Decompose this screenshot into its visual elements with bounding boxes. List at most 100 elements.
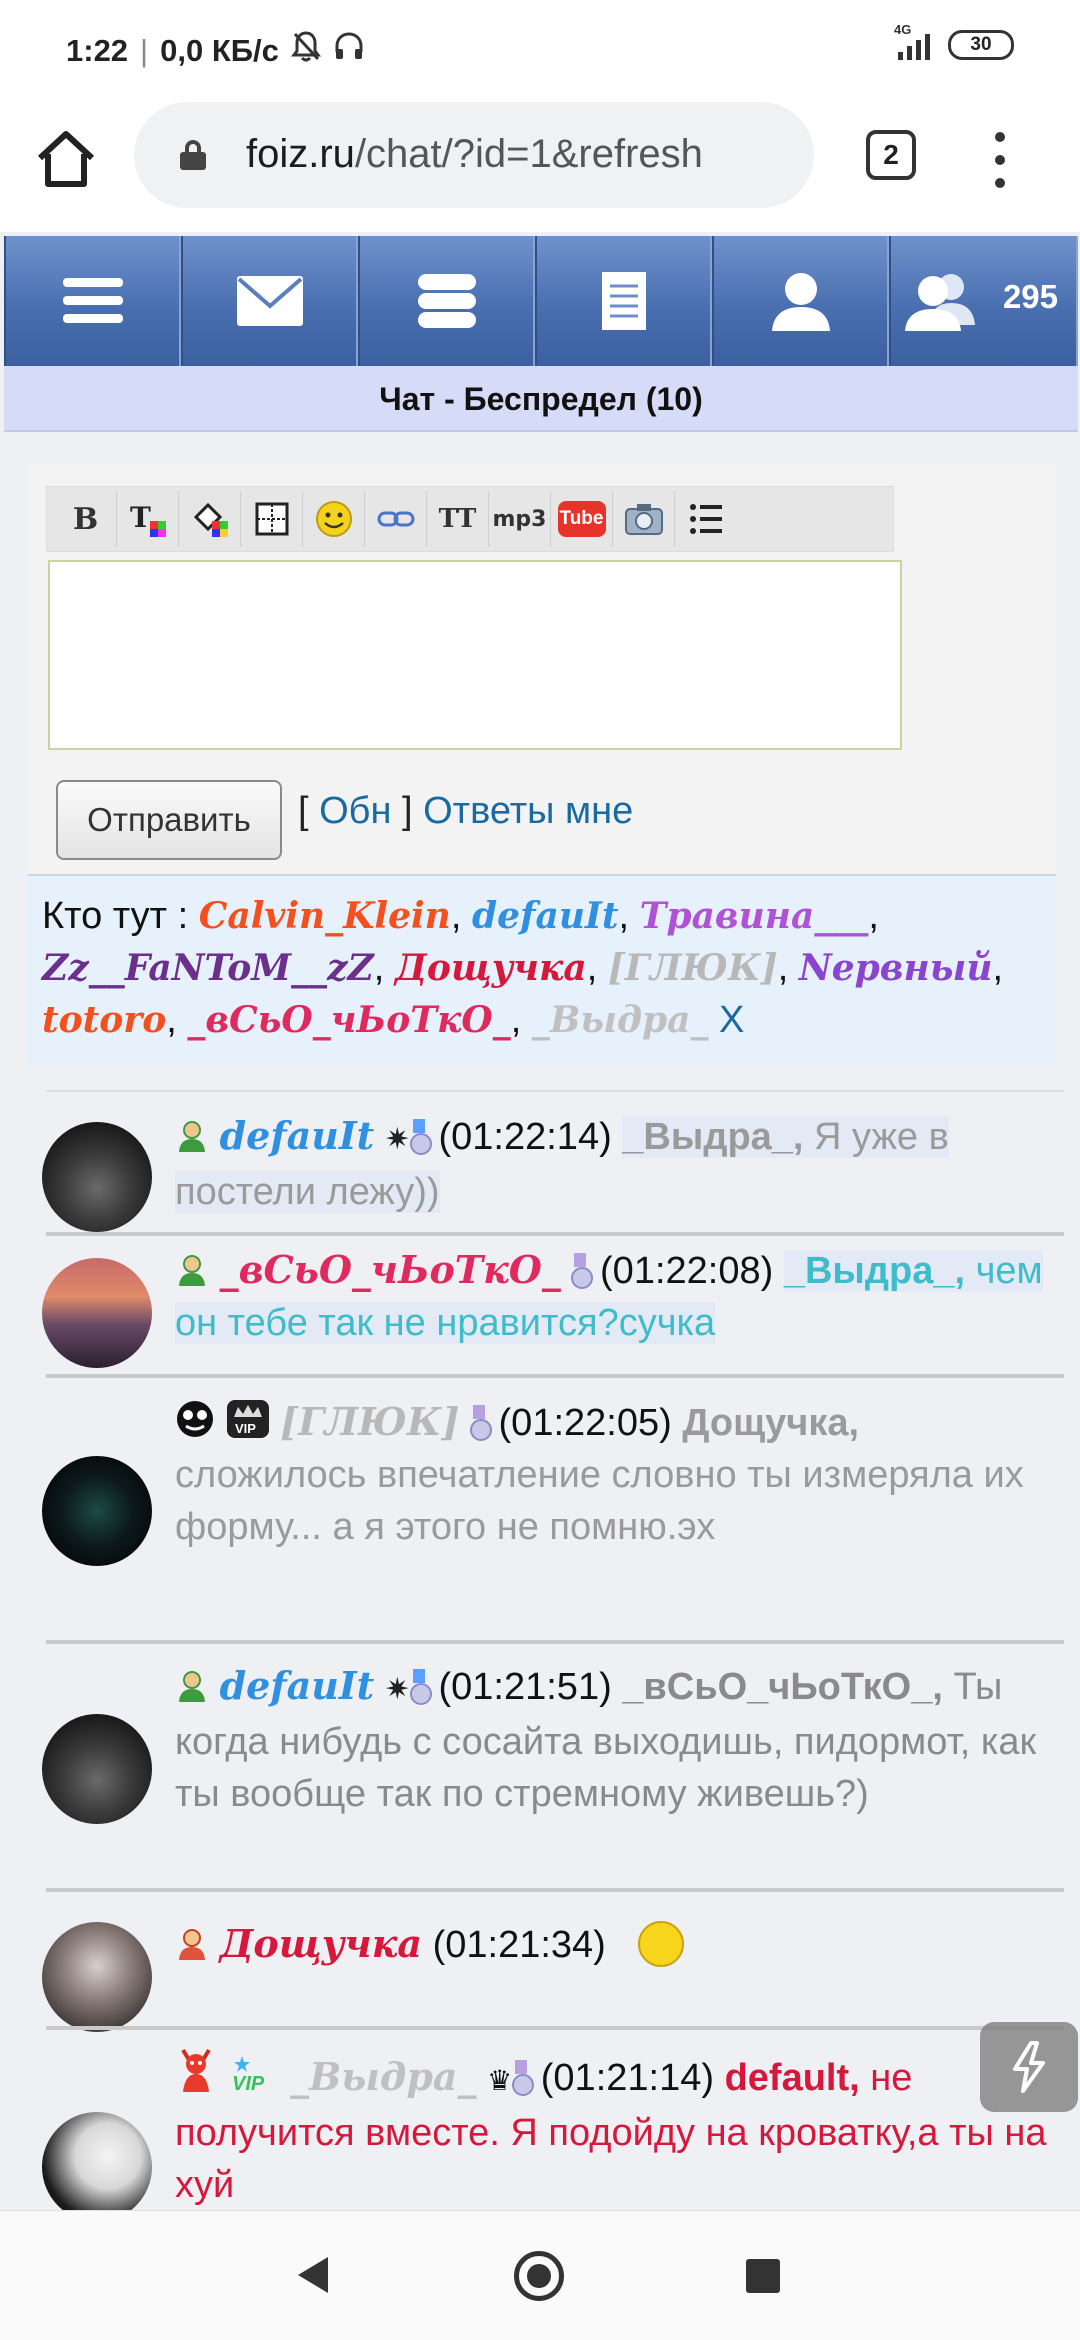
camera-icon[interactable] [613, 491, 675, 547]
headphones-icon [333, 30, 365, 71]
web-page: 295 Чат - Беспредел (10) B T TT mp3 Tube… [0, 232, 1080, 2210]
online-user[interactable]: defauIt [472, 895, 619, 937]
online-user[interactable]: Nервный [799, 947, 993, 989]
avatar[interactable] [42, 1122, 152, 1232]
chat-message: defauIt ✷ (01:22:14) _Выдра_, Я уже в по… [0, 1110, 1080, 1232]
message-author[interactable]: defauIt [220, 1113, 375, 1158]
users-icon[interactable]: 295 [889, 236, 1078, 366]
profile-icon[interactable] [712, 236, 889, 366]
online-user[interactable]: _вСьО_чЬоТкО_ [187, 999, 510, 1041]
message-time: (01:22:14) [438, 1116, 612, 1158]
message-recipient[interactable]: _вСьО_чЬоТкО_, [622, 1666, 943, 1708]
mp3-button[interactable]: mp3 [489, 491, 551, 547]
message-content: _вСьО_чЬоТкО_ (01:22:08) _Выдра_, чем он… [175, 1244, 1055, 1349]
tab-switcher-button[interactable]: 2 [866, 130, 916, 180]
message-author[interactable]: Дощучка [220, 1921, 422, 1966]
user-male-icon [175, 1115, 209, 1152]
online-user[interactable]: [ГЛЮК] [608, 947, 778, 989]
svg-text:T: T [130, 501, 151, 534]
message-author[interactable]: _вСьО_чЬоТкО_ [220, 1247, 561, 1292]
message-recipient[interactable]: _Выдра_, [784, 1250, 965, 1292]
message-recipient[interactable]: default, [725, 2057, 860, 2099]
vip-crown-icon: VIP [226, 1399, 270, 1439]
chat-message: VIP _Выдра_ ♛ (01:21:14) default, не пол… [0, 2046, 1080, 2210]
divider [46, 2026, 1064, 2030]
browser-menu-icon[interactable] [990, 132, 1010, 188]
message-author[interactable]: defauIt [220, 1663, 375, 1708]
home-icon[interactable] [30, 124, 102, 196]
divider [46, 1232, 1064, 1236]
url-text[interactable]: foiz.ru/chat/?id=1&refresh [246, 132, 703, 177]
medal-icon [512, 2060, 535, 2096]
crown-icon: ♛ [487, 2065, 513, 2096]
youtube-button[interactable]: Tube [551, 491, 613, 547]
smiley-button[interactable] [303, 491, 365, 547]
send-button[interactable]: Отправить [56, 780, 282, 860]
online-user[interactable]: _Выдра_ [532, 999, 709, 1041]
avatar[interactable] [42, 1922, 152, 2032]
message-recipient[interactable]: _Выдра_, [622, 1116, 803, 1158]
avatar[interactable] [42, 1456, 152, 1566]
chat-message: VIP [ГЛЮК] (01:22:05) Дощучка, сложилось… [0, 1399, 1080, 1600]
close-online-button[interactable]: X [719, 999, 744, 1041]
message-content: defauIt ✷ (01:21:51) _вСьО_чЬоТкО_, Ты к… [175, 1660, 1055, 1820]
online-user[interactable]: totoro [42, 999, 166, 1041]
menu-icon[interactable] [4, 236, 181, 366]
message-time: (01:22:08) [600, 1250, 774, 1292]
editor-toolbar: B T TT mp3 Tube [46, 486, 894, 552]
font-size-button[interactable]: TT [427, 491, 489, 547]
user-male-icon [175, 1249, 209, 1286]
notes-icon[interactable] [535, 236, 712, 366]
message-time: (01:21:14) [540, 2057, 714, 2099]
status-right: 4G 30 [894, 22, 1014, 60]
table-button[interactable] [241, 491, 303, 547]
recent-apps-icon[interactable] [746, 2259, 780, 2293]
message-input[interactable] [48, 560, 902, 750]
floating-action-button[interactable] [980, 2022, 1078, 2112]
avatar[interactable] [42, 1714, 152, 1824]
medal-icon [409, 1669, 432, 1705]
divider [46, 1640, 1064, 1644]
online-user[interactable]: Zz__FaNToM__zZ [42, 947, 374, 989]
message-time: (01:21:51) [438, 1666, 612, 1708]
avatar[interactable] [42, 2112, 152, 2210]
url-bar[interactable]: foiz.ru/chat/?id=1&refresh [134, 102, 814, 208]
online-user[interactable]: Calvin_Klein [199, 895, 451, 937]
home-circle-icon[interactable] [514, 2251, 564, 2301]
message-text: сложилось впечатление словно ты измеряла… [175, 1454, 1024, 1548]
avatar[interactable] [42, 1258, 152, 1368]
user-female-icon [175, 1923, 209, 1960]
devil-icon [175, 2046, 217, 2094]
forum-icon[interactable] [358, 236, 535, 366]
online-user[interactable]: Травина___ [640, 895, 869, 937]
status-left: 1:22 | 0,0 КБ/с [66, 30, 365, 71]
bold-button[interactable]: B [55, 491, 117, 547]
user-male-icon [175, 1665, 209, 1702]
page-title: Чат - Беспредел (10) [4, 366, 1078, 432]
star-icon: ✷ [384, 1673, 410, 1706]
lock-icon [180, 140, 206, 170]
text-color-button[interactable]: T [117, 491, 179, 547]
replies-link[interactable]: Ответы мне [423, 790, 633, 832]
medal-icon [409, 1119, 432, 1155]
message-author[interactable]: _Выдра_ [290, 2054, 476, 2099]
message-content: VIP _Выдра_ ♛ (01:21:14) default, не пол… [175, 2046, 1055, 2210]
message-content: VIP [ГЛЮК] (01:22:05) Дощучка, сложилось… [175, 1396, 1055, 1553]
list-button[interactable] [675, 491, 737, 547]
chat-message: defauIt ✷ (01:21:51) _вСьО_чЬоТкО_, Ты к… [0, 1660, 1080, 1860]
svg-text:VIP: VIP [235, 1421, 256, 1436]
link-button[interactable] [365, 491, 427, 547]
online-user[interactable]: Дощучка [395, 947, 587, 989]
back-icon[interactable] [298, 2257, 328, 2293]
browser-toolbar: foiz.ru/chat/?id=1&refresh 2 [0, 96, 1080, 230]
message-form: B T TT mp3 Tube Отправить [Обн] Ответы… [28, 464, 1056, 874]
online-label: Кто тут : [42, 895, 189, 937]
status-time: 1:22 [66, 32, 129, 68]
fill-color-button[interactable] [179, 491, 241, 547]
message-recipient[interactable]: Дощучка, [682, 1402, 859, 1444]
mail-icon[interactable] [181, 236, 358, 366]
medal-icon [469, 1405, 492, 1441]
refresh-link[interactable]: Обн [319, 790, 391, 832]
divider [46, 1888, 1064, 1892]
message-author[interactable]: [ГЛЮК] [280, 1399, 459, 1444]
